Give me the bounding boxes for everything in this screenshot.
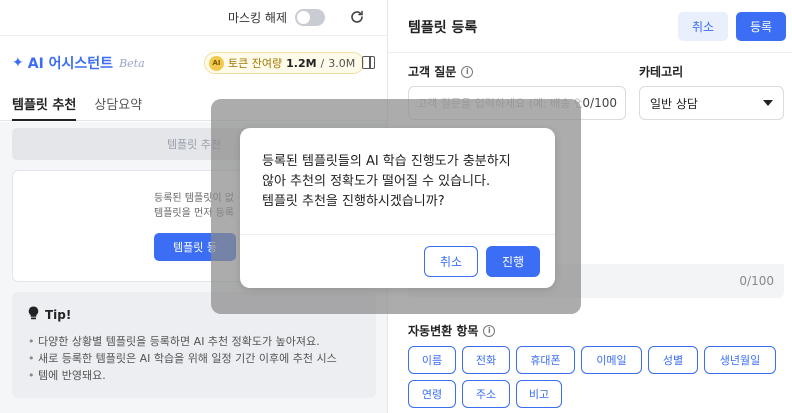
category-label-row: 카테고리 bbox=[639, 63, 683, 80]
tip-item: 새로 등록한 템플릿은 AI 학습을 위해 일정 기간 이후에 추천 시스 bbox=[28, 350, 360, 367]
answer-counter: 0/100 bbox=[739, 274, 774, 288]
token-used: 1.2M bbox=[286, 56, 317, 70]
category-label: 카테고리 bbox=[639, 65, 684, 79]
dialog-message-line: 등록된 템플릿들의 AI 학습 진행도가 충분하지 bbox=[262, 154, 511, 169]
info-icon[interactable]: i bbox=[461, 65, 474, 78]
masking-label: 마스킹 해제 bbox=[227, 10, 287, 25]
dialog-message-line: 않아 추천의 정확도가 떨어질 수 있습니다. bbox=[262, 174, 491, 189]
assistant-title: ✦ AI 어시스턴트 Beta bbox=[12, 53, 145, 73]
chip-address[interactable]: 주소 bbox=[462, 380, 510, 408]
tab-consult-summary[interactable]: 상담요약 bbox=[94, 87, 142, 121]
dialog-divider bbox=[240, 234, 555, 235]
tip-item-continued: 템에 반영돼요. bbox=[28, 367, 360, 384]
assistant-name: AI 어시스턴트 bbox=[27, 56, 114, 72]
dialog-message: 등록된 템플릿들의 AI 학습 진행도가 충분하지 않아 추천의 정확도가 떨어… bbox=[262, 152, 542, 212]
ai-coin-icon: AI bbox=[209, 55, 224, 71]
tip-list: 다양한 상황별 템플릿을 등록하면 AI 추천 정확도가 높아져요. 새로 등록… bbox=[28, 333, 360, 384]
dialog-proceed-button[interactable]: 진행 bbox=[486, 246, 540, 277]
chip-gender[interactable]: 성별 bbox=[648, 346, 698, 374]
beta-label: Beta bbox=[119, 56, 145, 70]
chip-note[interactable]: 비고 bbox=[516, 380, 562, 408]
lightbulb-icon bbox=[28, 306, 39, 323]
question-label-row: 고객 질문 i bbox=[408, 63, 474, 80]
register-button[interactable]: 등록 bbox=[736, 12, 786, 41]
token-remaining-badge: AI 토큰 잔여량 1.2M / 3.0M bbox=[204, 52, 365, 74]
question-label: 고객 질문 bbox=[408, 65, 457, 79]
category-value: 일반 상담 bbox=[650, 96, 698, 111]
chip-phone[interactable]: 전화 bbox=[462, 346, 510, 374]
side-panel-icon[interactable] bbox=[362, 56, 375, 69]
tip-title: Tip! bbox=[45, 307, 72, 322]
confirm-dialog: 등록된 템플릿들의 AI 학습 진행도가 충분하지 않아 추천의 정확도가 떨어… bbox=[240, 128, 555, 288]
category-select[interactable]: 일반 상담 bbox=[639, 86, 784, 120]
masking-control: 마스킹 해제 bbox=[228, 7, 367, 27]
dialog-message-line: 템플릿 추천을 진행하시겠습니까? bbox=[262, 194, 445, 209]
info-icon[interactable]: i bbox=[483, 324, 496, 337]
cancel-button[interactable]: 취소 bbox=[678, 12, 728, 41]
question-counter: 0/100 bbox=[582, 96, 617, 110]
tip-item: 다양한 상황별 템플릿을 등록하면 AI 추천 정확도가 높아져요. bbox=[28, 333, 360, 350]
refresh-icon[interactable] bbox=[347, 7, 367, 27]
chip-age[interactable]: 연령 bbox=[408, 380, 456, 408]
chip-email[interactable]: 이메일 bbox=[581, 346, 642, 374]
auto-convert-label: 자동변환 항목 bbox=[408, 324, 479, 338]
page-title: 템플릿 등록 bbox=[408, 20, 478, 36]
tab-template-recommend[interactable]: 템플릿 추천 bbox=[12, 87, 77, 121]
auto-convert-chips: 이름 전화 휴대폰 이메일 성별 생년월일 연령 주소 비고 bbox=[408, 346, 788, 408]
auto-convert-label-row: 자동변환 항목 i bbox=[408, 322, 496, 339]
divider bbox=[388, 52, 792, 53]
masking-toggle[interactable] bbox=[295, 8, 325, 26]
chip-mobile[interactable]: 휴대폰 bbox=[516, 346, 575, 374]
chip-name[interactable]: 이름 bbox=[408, 346, 456, 374]
sparkle-icon: ✦ bbox=[12, 55, 24, 71]
token-label: 토큰 잔여량 bbox=[228, 57, 283, 70]
caret-down-icon bbox=[763, 100, 773, 106]
dialog-cancel-button[interactable]: 취소 bbox=[424, 246, 478, 277]
token-total: 3.0M bbox=[328, 56, 356, 70]
token-separator: / bbox=[320, 56, 325, 70]
divider bbox=[0, 35, 388, 36]
chip-birthdate[interactable]: 생년월일 bbox=[704, 346, 776, 374]
